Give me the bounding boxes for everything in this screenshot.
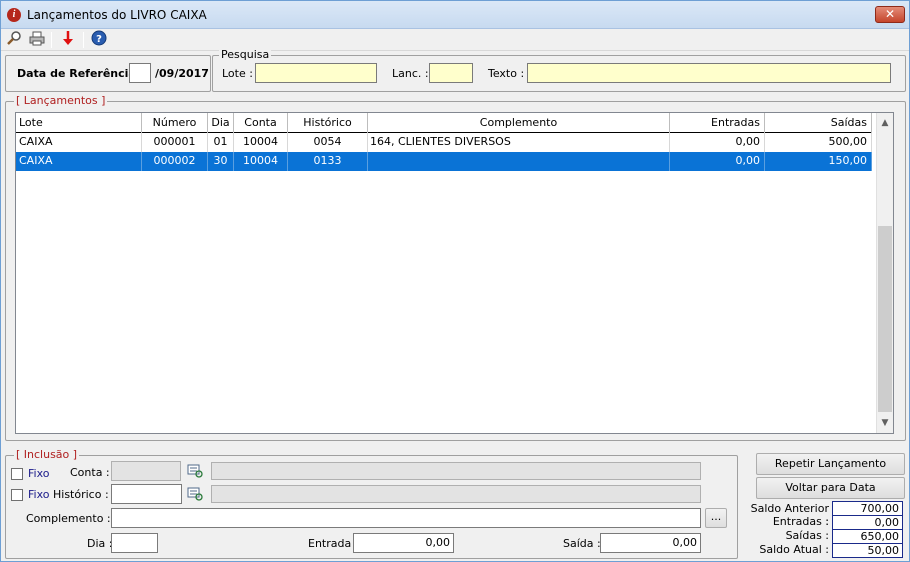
column-header-numero[interactable]: Número — [142, 113, 208, 133]
lookup-historico-icon[interactable] — [187, 487, 203, 501]
dia-input[interactable] — [111, 533, 158, 553]
toolbar-separator — [83, 32, 84, 48]
column-header-conta[interactable]: Conta — [234, 113, 288, 133]
column-header-lote[interactable]: Lote — [16, 113, 142, 133]
cell-historico: 0054 — [288, 133, 368, 152]
cell-complemento — [368, 152, 670, 171]
cell-historico: 0133 — [288, 152, 368, 171]
cell-saidas: 150,00 — [765, 152, 872, 171]
saldo-atual-label: Saldo Atual : — [759, 543, 829, 556]
toolbar-separator — [51, 32, 52, 48]
cell-dia: 30 — [208, 152, 234, 171]
fixo-conta-label: Fixo — [28, 467, 50, 480]
complemento-ellipsis-button[interactable]: ... — [705, 508, 727, 528]
arrow-down-icon[interactable] — [58, 30, 78, 50]
entries-grid[interactable]: Lote Número Dia Conta Histórico Compleme… — [15, 112, 894, 434]
voltar-para-data-button[interactable]: Voltar para Data — [756, 477, 905, 499]
reference-day-input[interactable] — [129, 63, 151, 83]
table-row[interactable]: CAIXA 000001 01 10004 0054 164, CLIENTES… — [16, 133, 872, 152]
column-header-complemento[interactable]: Complemento — [368, 113, 670, 133]
entrada-input[interactable]: 0,00 — [353, 533, 454, 553]
fixo-historico-label: Fixo — [28, 488, 50, 501]
app-info-icon: i — [7, 8, 21, 22]
grid-header: Lote Número Dia Conta Histórico Compleme… — [16, 113, 872, 133]
scroll-up-icon[interactable]: ▲ — [877, 115, 893, 132]
texto-label: Texto : — [488, 67, 525, 80]
historico-description — [211, 485, 701, 503]
cell-entradas: 0,00 — [670, 152, 765, 171]
scrollbar-thumb[interactable] — [878, 226, 892, 412]
complemento-input[interactable] — [111, 508, 701, 528]
scroll-down-icon[interactable]: ▼ — [877, 415, 893, 432]
lote-label: Lote : — [222, 67, 253, 80]
dia-label: Dia : — [87, 537, 113, 550]
cell-lote: CAIXA — [16, 152, 142, 171]
svg-text:?: ? — [96, 34, 102, 45]
inclusion-legend: [ Inclusão ] — [14, 448, 80, 461]
reference-month-year: /09/2017 — [155, 67, 209, 80]
title-bar: i Lançamentos do LIVRO CAIXA ✕ — [1, 1, 909, 29]
conta-label: Conta : — [70, 466, 110, 479]
saidas-total-value: 650,00 — [832, 529, 903, 544]
saida-label: Saída : — [563, 537, 601, 550]
column-header-historico[interactable]: Histórico — [288, 113, 368, 133]
historico-label: Histórico : — [53, 488, 109, 501]
cell-complemento: 164, CLIENTES DIVERSOS — [368, 133, 670, 152]
cell-lote: CAIXA — [16, 133, 142, 152]
repetir-lancamento-button[interactable]: Repetir Lançamento — [756, 453, 905, 475]
column-header-dia[interactable]: Dia — [208, 113, 234, 133]
saldo-atual-value: 50,00 — [832, 543, 903, 558]
entradas-total-label: Entradas : — [772, 515, 829, 528]
lote-search-input[interactable] — [255, 63, 377, 83]
cell-dia: 01 — [208, 133, 234, 152]
saidas-total-label: Saídas : — [785, 529, 829, 542]
column-header-entradas[interactable]: Entradas — [670, 113, 765, 133]
app-window: i Lançamentos do LIVRO CAIXA ✕ ? Data de… — [0, 0, 910, 562]
cell-conta: 10004 — [234, 133, 288, 152]
reference-date-label: Data de Referência : — [17, 67, 145, 80]
column-header-saidas[interactable]: Saídas — [765, 113, 872, 133]
cell-conta: 10004 — [234, 152, 288, 171]
cell-numero: 000002 — [142, 152, 208, 171]
cell-numero: 000001 — [142, 133, 208, 152]
window-title: Lançamentos do LIVRO CAIXA — [27, 8, 207, 22]
vertical-scrollbar[interactable]: ▲ ▼ — [876, 113, 893, 433]
complemento-label: Complemento : — [26, 512, 111, 525]
conta-input[interactable] — [111, 461, 181, 481]
fixo-conta-checkbox[interactable] — [11, 468, 23, 480]
entrada-label: Entrada : — [308, 537, 359, 550]
entradas-total-value: 0,00 — [832, 515, 903, 530]
search-icon[interactable] — [4, 30, 24, 50]
saida-input[interactable]: 0,00 — [600, 533, 701, 553]
toolbar: ? — [1, 29, 909, 51]
texto-search-input[interactable] — [527, 63, 891, 83]
lanc-label: Lanc. : — [392, 67, 429, 80]
lanc-search-input[interactable] — [429, 63, 473, 83]
fixo-historico-checkbox[interactable] — [11, 489, 23, 501]
reference-date-panel: Data de Referência : /09/2017 — [5, 55, 211, 92]
search-legend: Pesquisa — [219, 48, 272, 61]
cell-entradas: 0,00 — [670, 133, 765, 152]
historico-input[interactable] — [111, 484, 182, 504]
search-panel: Pesquisa Lote : Lanc. : Texto : — [212, 48, 906, 92]
entries-legend: [ Lançamentos ] — [14, 94, 108, 107]
close-button[interactable]: ✕ — [875, 6, 905, 23]
saldo-anterior-value: 700,00 — [832, 501, 903, 516]
cell-saidas: 500,00 — [765, 133, 872, 152]
help-icon[interactable]: ? — [89, 30, 109, 50]
lookup-conta-icon[interactable] — [187, 464, 203, 478]
print-icon[interactable] — [27, 30, 47, 50]
table-row-selected[interactable]: CAIXA 000002 30 10004 0133 0,00 150,00 — [16, 152, 872, 171]
conta-description — [211, 462, 701, 480]
